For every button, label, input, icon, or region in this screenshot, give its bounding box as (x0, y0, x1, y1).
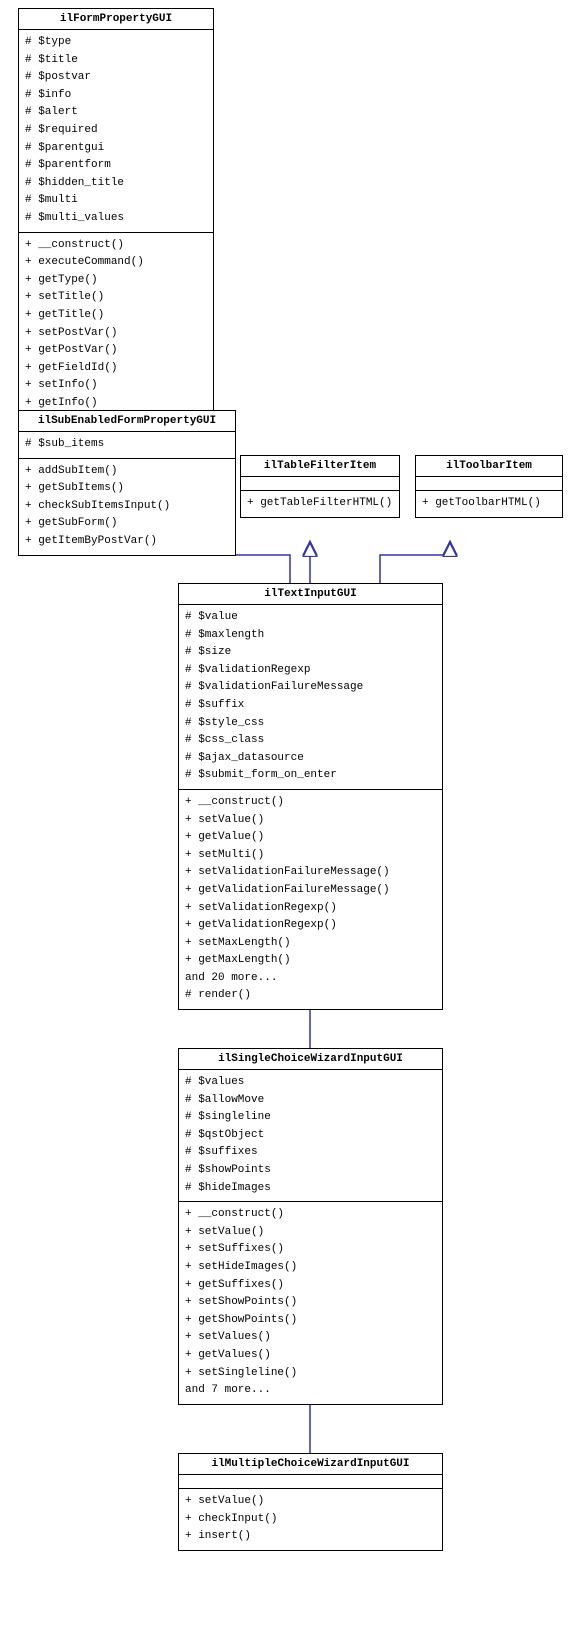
il-form-property-gui-title: ilFormPropertyGUI (19, 9, 213, 30)
il-sub-enabled-form-property-gui-methods: + addSubItem() + getSubItems() + checkSu… (19, 459, 235, 555)
il-table-filter-item-empty (241, 477, 399, 491)
il-single-choice-wizard-input-gui-methods: + __construct() + setValue() + setSuffix… (179, 1202, 442, 1404)
il-table-filter-item-title: ilTableFilterItem (241, 456, 399, 477)
il-table-filter-item-box: ilTableFilterItem + getTableFilterHTML() (240, 455, 400, 518)
il-text-input-gui-attrs: # $value # $maxlength # $size # $validat… (179, 605, 442, 790)
il-form-property-gui-box: ilFormPropertyGUI # $type # $title # $po… (18, 8, 214, 470)
il-single-choice-wizard-input-gui-box: ilSingleChoiceWizardInputGUI # $values #… (178, 1048, 443, 1405)
il-sub-enabled-form-property-gui-attrs: # $sub_items (19, 432, 235, 459)
il-sub-enabled-form-property-gui-box: ilSubEnabledFormPropertyGUI # $sub_items… (18, 410, 236, 556)
il-text-input-gui-box: ilTextInputGUI # $value # $maxlength # $… (178, 583, 443, 1010)
il-toolbar-item-methods: + getToolbarHTML() (416, 491, 562, 517)
il-multiple-choice-wizard-input-gui-title: ilMultipleChoiceWizardInputGUI (179, 1454, 442, 1475)
il-multiple-choice-wizard-input-gui-methods: + setValue() + checkInput() + insert() (179, 1489, 442, 1550)
il-multiple-choice-wizard-input-gui-box: ilMultipleChoiceWizardInputGUI + setValu… (178, 1453, 443, 1551)
il-single-choice-wizard-input-gui-attrs: # $values # $allowMove # $singleline # $… (179, 1070, 442, 1202)
il-multiple-choice-wizard-input-gui-empty (179, 1475, 442, 1489)
il-sub-enabled-form-property-gui-title: ilSubEnabledFormPropertyGUI (19, 411, 235, 432)
il-table-filter-item-methods: + getTableFilterHTML() (241, 491, 399, 517)
il-single-choice-wizard-input-gui-title: ilSingleChoiceWizardInputGUI (179, 1049, 442, 1070)
il-text-input-gui-title: ilTextInputGUI (179, 584, 442, 605)
il-text-input-gui-methods: + __construct() + setValue() + getValue(… (179, 790, 442, 1009)
il-toolbar-item-empty (416, 477, 562, 491)
il-toolbar-item-title: ilToolbarItem (416, 456, 562, 477)
diagram-container: ilFormPropertyGUI # $type # $title # $po… (0, 0, 584, 1640)
il-form-property-gui-attrs: # $type # $title # $postvar # $info # $a… (19, 30, 213, 233)
il-toolbar-item-box: ilToolbarItem + getToolbarHTML() (415, 455, 563, 518)
